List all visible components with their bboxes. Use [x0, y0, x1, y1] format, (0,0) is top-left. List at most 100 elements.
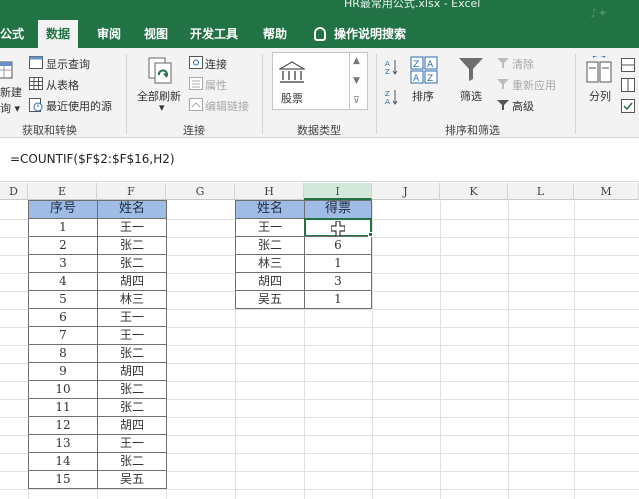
- column-header-j[interactable]: J: [372, 183, 440, 200]
- table1-cell-name[interactable]: 张二: [97, 380, 167, 399]
- column-gridline: [508, 201, 509, 499]
- table1-header-index[interactable]: 序号: [28, 200, 98, 219]
- table1-cell-index[interactable]: 6: [28, 308, 98, 327]
- table1-cell-name[interactable]: 张二: [97, 344, 167, 363]
- column-header-f[interactable]: F: [97, 183, 166, 200]
- gallery-more-icon[interactable]: ⊽: [353, 96, 360, 106]
- properties-button[interactable]: 属性: [205, 77, 227, 93]
- table1-cell-name[interactable]: 胡四: [97, 362, 167, 381]
- svg-text:Z: Z: [427, 74, 433, 84]
- table1-cell-name[interactable]: 张二: [97, 452, 167, 471]
- table2-cell-votes[interactable]: 1: [304, 254, 372, 273]
- filter-button[interactable]: 筛选: [460, 88, 482, 104]
- advanced-button[interactable]: 高级: [512, 98, 534, 114]
- formula-text[interactable]: =COUNTIF($F$2:$F$16,H2): [10, 152, 175, 166]
- column-header-i[interactable]: I: [304, 183, 372, 200]
- table1-cell-name[interactable]: 王一: [97, 326, 167, 345]
- text-to-columns-button[interactable]: 分列: [589, 88, 611, 104]
- table2-cell-name[interactable]: 王一: [235, 218, 305, 237]
- gallery-down-arrow-icon[interactable]: ▼: [353, 76, 360, 86]
- table1-cell-name[interactable]: 张二: [97, 236, 167, 255]
- table2-cell-votes[interactable]: 1: [304, 290, 372, 309]
- table2-cell-name[interactable]: 林三: [235, 254, 305, 273]
- svg-text:A: A: [385, 98, 390, 106]
- table1-cell-index[interactable]: 5: [28, 290, 98, 309]
- column-header-g[interactable]: G: [166, 183, 235, 200]
- table1-cell-index[interactable]: 15: [28, 470, 98, 489]
- gallery-up-arrow-icon[interactable]: ▲: [353, 56, 360, 66]
- table1-cell-name[interactable]: 吴五: [97, 470, 167, 489]
- clear-button[interactable]: 清除: [512, 56, 534, 72]
- column-header-d[interactable]: D: [0, 183, 28, 200]
- group-divider: [262, 54, 263, 134]
- table1-cell-name[interactable]: 林三: [97, 290, 167, 309]
- svg-text:A: A: [385, 60, 390, 68]
- table1-cell-index[interactable]: 3: [28, 254, 98, 273]
- refresh-all-icon: [146, 57, 176, 88]
- table2-cell-votes[interactable]: 6: [304, 236, 372, 255]
- table1-cell-name[interactable]: 张二: [97, 254, 167, 273]
- table1-cell-name[interactable]: 王一: [97, 434, 167, 453]
- properties-icon: [189, 77, 203, 93]
- table2-cell-votes[interactable]: 3: [304, 272, 372, 291]
- column-header-e[interactable]: E: [28, 183, 97, 200]
- recent-sources-button[interactable]: 最近使用的源: [46, 98, 112, 114]
- refresh-all-dropdown[interactable]: ▾: [159, 101, 165, 114]
- svg-text:Z: Z: [385, 68, 390, 76]
- table1-cell-name[interactable]: 王一: [97, 218, 167, 237]
- table1-cell-name[interactable]: 胡四: [97, 416, 167, 435]
- connections-icon: [189, 56, 203, 72]
- table2-cell-name[interactable]: 胡四: [235, 272, 305, 291]
- text-to-columns-icon: [585, 54, 613, 87]
- column-header-l[interactable]: L: [508, 183, 574, 200]
- table1-cell-index[interactable]: 14: [28, 452, 98, 471]
- reapply-button[interactable]: 重新应用: [512, 77, 556, 93]
- tell-me-search[interactable]: 操作说明搜索: [334, 22, 406, 46]
- tab-help[interactable]: 帮助: [263, 22, 287, 46]
- column-header-m[interactable]: M: [574, 183, 639, 200]
- new-query-button[interactable]: 新建: [0, 84, 22, 100]
- table2-cell-name[interactable]: 张二: [235, 236, 305, 255]
- table1-cell-index[interactable]: 4: [28, 272, 98, 291]
- column-header-h[interactable]: H: [235, 183, 304, 200]
- tab-view[interactable]: 视图: [144, 22, 168, 46]
- new-query-dropdown[interactable]: 询 ▾: [0, 100, 20, 116]
- group-label-sort-filter: 排序和筛选: [445, 124, 500, 137]
- remove-duplicates-icon[interactable]: [621, 78, 635, 95]
- tab-formulas[interactable]: 公式: [0, 22, 24, 46]
- table1-cell-index[interactable]: 2: [28, 236, 98, 255]
- show-queries-button[interactable]: 显示查询: [46, 56, 90, 72]
- connections-button[interactable]: 连接: [205, 56, 227, 72]
- tab-data[interactable]: 数据: [38, 20, 79, 48]
- table2-header-votes[interactable]: 得票: [304, 200, 372, 219]
- sort-ascending-icon[interactable]: AZ: [385, 58, 399, 79]
- table1-header-name[interactable]: 姓名: [97, 200, 167, 219]
- table1-cell-name[interactable]: 王一: [97, 308, 167, 327]
- table2-header-name[interactable]: 姓名: [235, 200, 305, 219]
- group-divider: [126, 54, 127, 134]
- sort-descending-icon[interactable]: ZA: [385, 88, 399, 109]
- tab-review[interactable]: 审阅: [97, 22, 121, 46]
- table1-cell-index[interactable]: 13: [28, 434, 98, 453]
- table2-cell-name[interactable]: 吴五: [235, 290, 305, 309]
- table1-cell-index[interactable]: 7: [28, 326, 98, 345]
- stocks-data-type[interactable]: 股票: [281, 90, 303, 106]
- table1-cell-index[interactable]: 1: [28, 218, 98, 237]
- table1-cell-name[interactable]: 胡四: [97, 272, 167, 291]
- flash-fill-icon[interactable]: [621, 58, 635, 75]
- table1-cell-index[interactable]: 10: [28, 380, 98, 399]
- table1-cell-index[interactable]: 12: [28, 416, 98, 435]
- tab-developer[interactable]: 开发工具: [190, 22, 238, 46]
- from-table-button[interactable]: 从表格: [46, 77, 79, 93]
- data-validation-icon[interactable]: [621, 99, 635, 116]
- sort-button[interactable]: 排序: [412, 88, 434, 104]
- edit-links-icon: [189, 98, 203, 114]
- table1-cell-index[interactable]: 9: [28, 362, 98, 381]
- table1-cell-index[interactable]: 8: [28, 344, 98, 363]
- table1-cell-index[interactable]: 11: [28, 398, 98, 417]
- table1-cell-name[interactable]: 张二: [97, 398, 167, 417]
- edit-links-button[interactable]: 编辑链接: [205, 98, 249, 114]
- table-icon: [29, 77, 43, 93]
- column-header-k[interactable]: K: [440, 183, 508, 200]
- fill-handle[interactable]: [368, 232, 373, 237]
